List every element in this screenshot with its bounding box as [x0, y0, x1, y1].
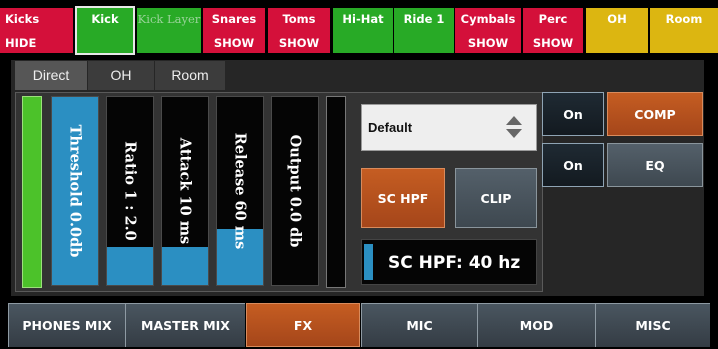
channel-name: Snares: [211, 12, 257, 26]
ratio-fader[interactable]: Ratio 1 : 2.0: [106, 96, 154, 286]
channel-toms[interactable]: Toms SHOW: [268, 8, 330, 53]
channel-state: SHOW: [278, 36, 320, 50]
output-level-meter: [326, 96, 346, 288]
up-down-arrows-icon: [506, 116, 522, 138]
eq-button[interactable]: EQ: [607, 143, 703, 187]
channel-kicks[interactable]: Kicks HIDE: [0, 8, 73, 53]
nav-fx[interactable]: FX: [246, 303, 360, 347]
channel-name: Room: [665, 12, 703, 26]
clip-button[interactable]: CLIP: [455, 168, 537, 228]
channel-state: SHOW: [213, 36, 255, 50]
sc-hpf-readout: SC HPF: 40 hz: [388, 253, 521, 273]
nav-master-mix[interactable]: MASTER MIX: [125, 303, 245, 347]
channel-name: Kicks: [5, 12, 40, 26]
comp-on-button[interactable]: On: [542, 92, 604, 136]
fader-fill: [162, 247, 208, 285]
comp-button[interactable]: COMP: [607, 92, 703, 136]
ratio-label: Ratio 1 : 2.0: [121, 141, 139, 241]
channel-name: Ride 1: [403, 12, 445, 26]
eq-on-button[interactable]: On: [542, 143, 604, 187]
output-fader[interactable]: Output 0.0 db: [271, 96, 319, 286]
attack-fader[interactable]: Attack 10 ms: [161, 96, 209, 286]
release-fader[interactable]: Release 60 ms: [216, 96, 264, 286]
compressor-panel: Direct OH Room Threshold 0.0db Ratio 1 :…: [11, 60, 704, 296]
channel-state: SHOW: [532, 36, 574, 50]
tab-room[interactable]: Room: [155, 61, 225, 90]
channel-room[interactable]: Room: [650, 8, 718, 53]
channel-name: Kick Layer: [137, 12, 201, 26]
threshold-label: Threshold 0.0db: [66, 124, 84, 258]
channel-name: Perc: [538, 12, 568, 26]
nav-mic[interactable]: MIC: [361, 303, 477, 347]
tab-direct[interactable]: Direct: [15, 61, 87, 90]
channel-state: SHOW: [467, 36, 509, 50]
channel-name: Cymbals: [460, 12, 516, 26]
release-label: Release 60 ms: [231, 132, 249, 250]
input-level-meter: [22, 96, 42, 288]
channel-kick-layer[interactable]: Kick Layer: [137, 8, 201, 53]
fader-fill: [107, 247, 153, 285]
selected-channel-frame: [75, 6, 135, 55]
nav-misc[interactable]: MISC: [595, 303, 710, 347]
channel-state: HIDE: [5, 36, 37, 50]
preset-dropdown[interactable]: Default: [361, 104, 537, 151]
nav-phones-mix[interactable]: PHONES MIX: [8, 303, 125, 347]
channel-name: OH: [607, 12, 627, 26]
channel-perc[interactable]: Perc SHOW: [523, 8, 583, 53]
channel-snares[interactable]: Snares SHOW: [203, 8, 265, 53]
channel-ride-1[interactable]: Ride 1: [394, 8, 454, 53]
channel-cymbals[interactable]: Cymbals SHOW: [455, 8, 521, 53]
slider-fill: [364, 244, 373, 280]
bottom-nav: PHONES MIX MASTER MIX FX MIC MOD MISC: [0, 303, 718, 349]
channel-hi-hat[interactable]: Hi-Hat: [333, 8, 393, 53]
channel-name: Hi-Hat: [342, 12, 384, 26]
channel-name: Toms: [282, 12, 316, 26]
output-label: Output 0.0 db: [286, 134, 304, 248]
tab-oh[interactable]: OH: [88, 61, 154, 90]
sc-hpf-button[interactable]: SC HPF: [361, 168, 445, 228]
channel-strip-bar: Kicks HIDE Kick Kick Layer Snares SHOW T…: [0, 0, 718, 56]
channel-oh[interactable]: OH: [586, 8, 648, 53]
attack-label: Attack 10 ms: [176, 137, 194, 245]
preset-value: Default: [368, 120, 413, 135]
sc-hpf-slider[interactable]: SC HPF: 40 hz: [361, 239, 537, 285]
threshold-fader[interactable]: Threshold 0.0db: [51, 96, 99, 286]
nav-mod[interactable]: MOD: [477, 303, 595, 347]
